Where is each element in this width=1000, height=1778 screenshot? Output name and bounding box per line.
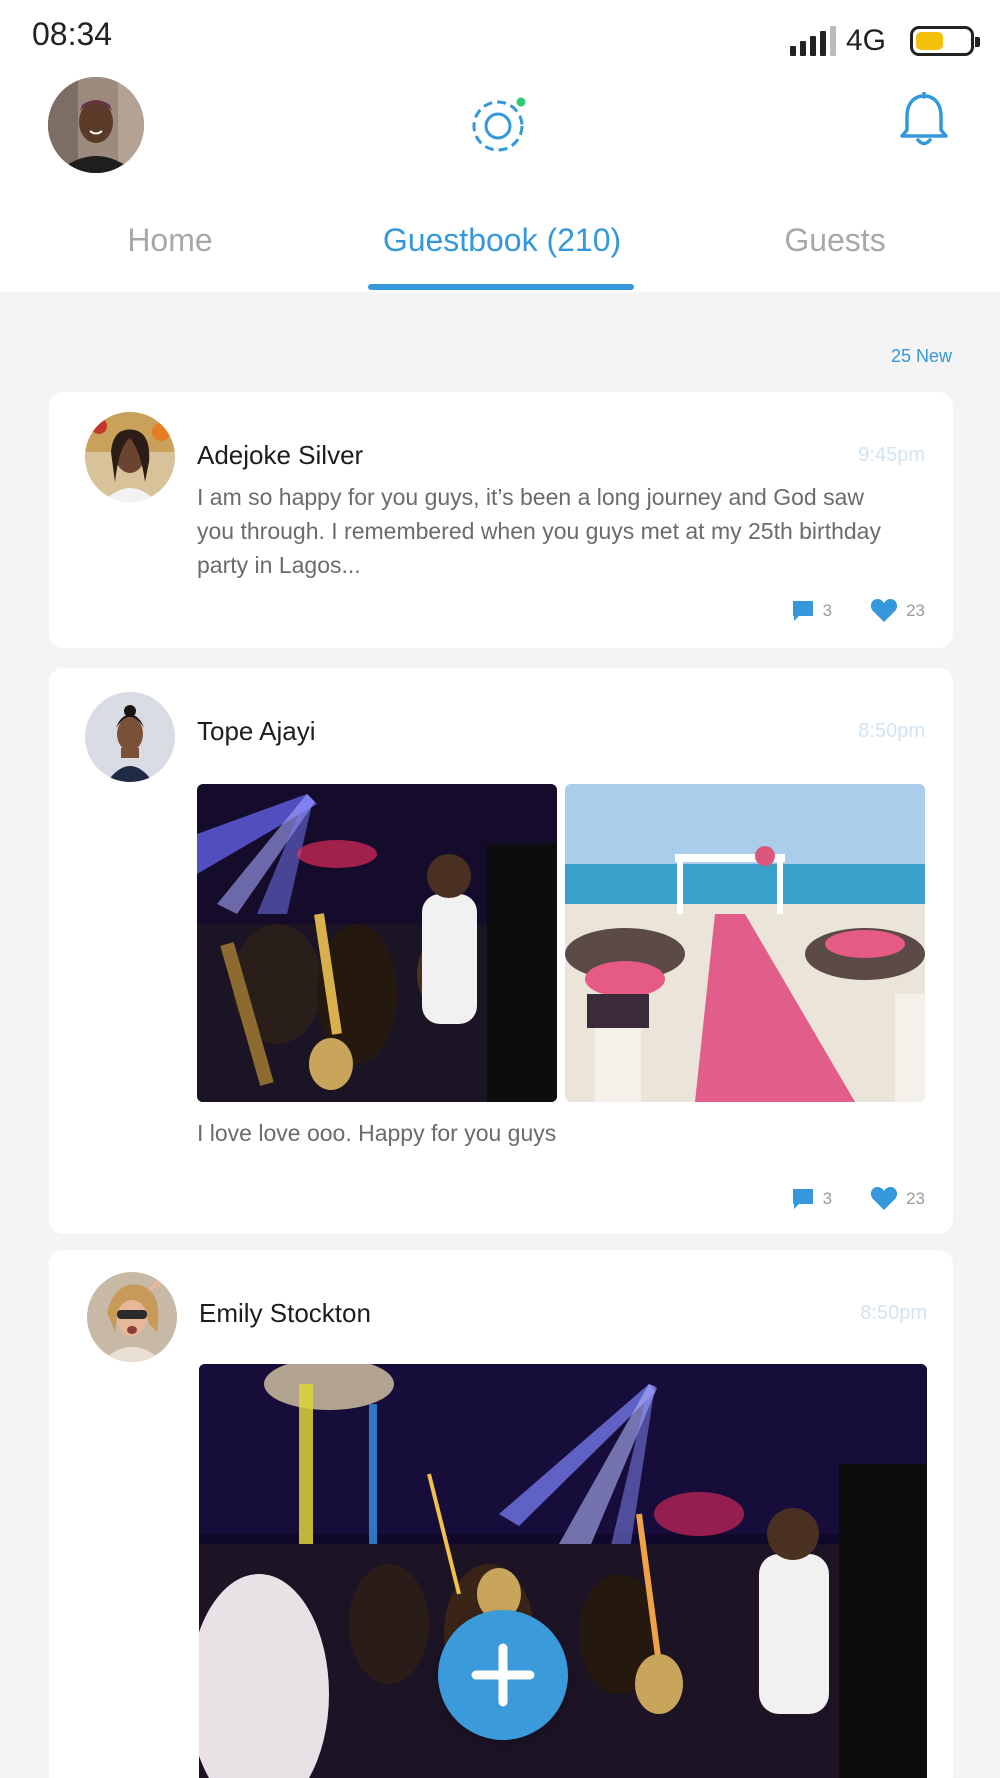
plus-icon — [471, 1643, 535, 1707]
author-name[interactable]: Adejoke Silver — [197, 440, 363, 471]
comment-icon[interactable] — [791, 1187, 815, 1211]
like-count: 23 — [906, 1188, 925, 1208]
network-type: 4G — [845, 24, 886, 57]
tab-guestbook[interactable]: Guestbook (210) — [383, 222, 621, 259]
post-time: 8:50pm — [858, 720, 925, 742]
comment-count: 3 — [822, 1188, 833, 1208]
heart-icon[interactable] — [870, 598, 898, 623]
comment-count: 3 — [822, 600, 833, 620]
avatar[interactable] — [85, 412, 175, 502]
post-time: 8:50pm — [860, 1302, 927, 1324]
profile-avatar[interactable] — [48, 77, 144, 173]
author-name[interactable]: Tope Ajayi — [197, 716, 316, 747]
new-posts-count[interactable]: 25 New — [891, 346, 952, 367]
signal-icon — [789, 26, 836, 56]
bell-icon[interactable] — [898, 91, 950, 148]
post-text: I am so happy for you guys, it’s been a … — [197, 484, 881, 578]
avatar[interactable] — [85, 692, 175, 782]
post-photo-party[interactable] — [197, 784, 557, 1102]
status-time: 08:34 — [32, 16, 113, 52]
avatar[interactable] — [87, 1272, 177, 1362]
active-tab-indicator — [368, 284, 634, 290]
author-name[interactable]: Emily Stockton — [199, 1298, 371, 1329]
post-actions: 3 23 — [791, 598, 925, 623]
app-header: 08:34 4G Home Guestbook (210) Guests — [0, 0, 1000, 292]
guestbook-post: Tope Ajayi 8:50pm I love love ooo. Happy… — [49, 668, 953, 1234]
tab-bar: Home Guestbook (210) Guests — [0, 218, 1000, 292]
post-actions: 3 23 — [791, 1186, 925, 1211]
tab-home[interactable]: Home — [127, 222, 212, 259]
like-count: 23 — [906, 600, 925, 620]
battery-icon — [910, 26, 980, 56]
guestbook-post: Adejoke Silver 9:45pm I am so happy for … — [49, 392, 953, 648]
add-post-button[interactable] — [438, 1610, 568, 1740]
tab-guests[interactable]: Guests — [784, 222, 885, 259]
heart-icon[interactable] — [870, 1186, 898, 1211]
post-time: 9:45pm — [858, 444, 925, 466]
status-indicators: 4G — [789, 24, 980, 58]
spark-circle-icon[interactable] — [470, 93, 532, 155]
post-text: I love love ooo. Happy for you guys — [197, 1120, 557, 1146]
comment-icon[interactable] — [791, 599, 815, 623]
post-photo-beach-wedding[interactable] — [565, 784, 925, 1102]
